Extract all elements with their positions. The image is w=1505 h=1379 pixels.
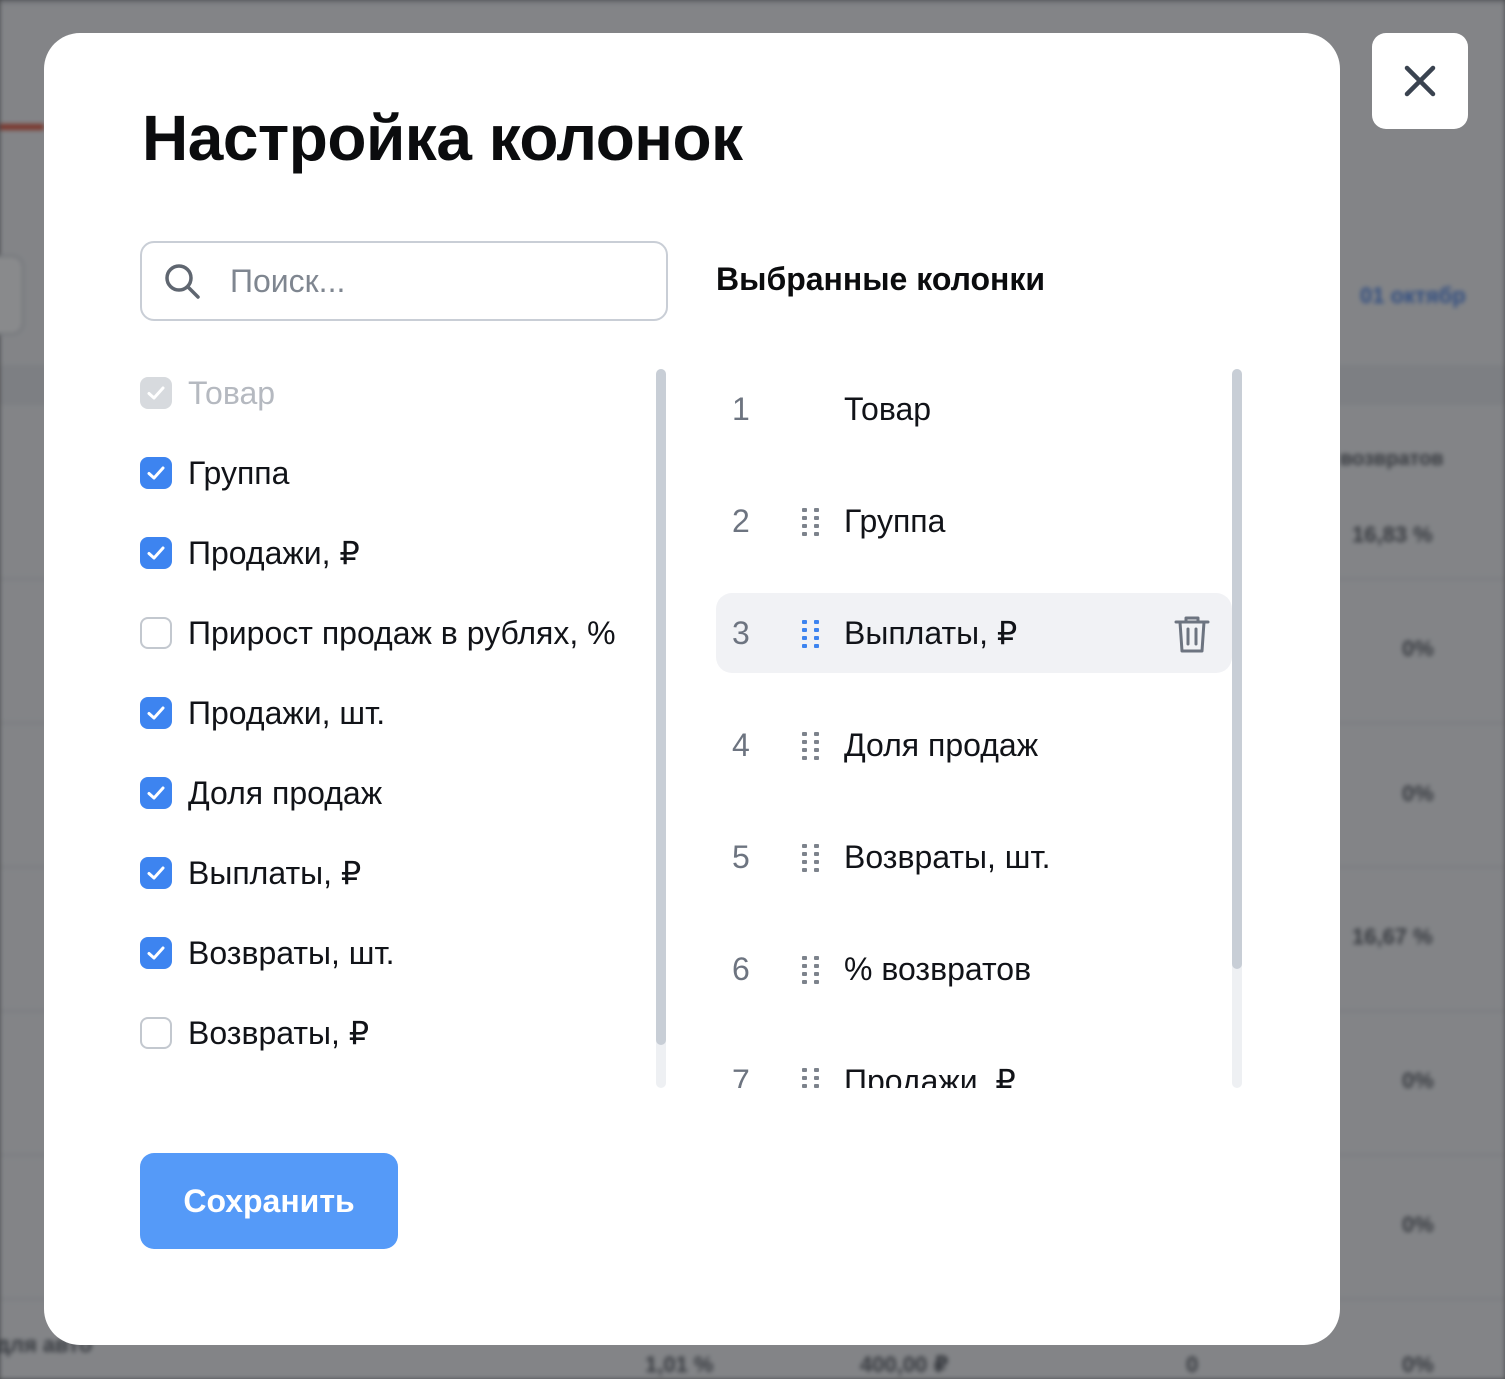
- column-option-label: Доля продаж: [188, 774, 383, 811]
- selected-column-label: % возвратов: [844, 951, 1032, 987]
- checkbox-checked[interactable]: [140, 777, 172, 809]
- drag-handle-icon[interactable]: [800, 618, 824, 648]
- selected-column-row[interactable]: 2 Группа: [716, 481, 1232, 561]
- drag-handle-icon[interactable]: [800, 1066, 824, 1088]
- check-icon: [147, 866, 165, 880]
- selected-column-row[interactable]: 6 % возвратов: [716, 929, 1232, 1009]
- checkbox-disabled: [140, 377, 172, 409]
- checkbox-checked[interactable]: [140, 857, 172, 889]
- column-option-label: Группа: [188, 454, 290, 491]
- column-option-label: Возвраты, ₽: [188, 1015, 370, 1051]
- check-icon: [147, 546, 165, 560]
- column-option-label: Продажи, ₽: [188, 535, 360, 571]
- selected-scrollbar-thumb[interactable]: [1232, 369, 1242, 969]
- checkbox-unchecked[interactable]: [140, 1017, 172, 1049]
- drag-handle-icon[interactable]: [800, 842, 824, 872]
- column-option[interactable]: Возвраты, шт.: [140, 931, 394, 975]
- row-number: 5: [732, 839, 750, 875]
- selected-column-row[interactable]: 3 Выплаты, ₽: [716, 593, 1232, 673]
- options-scrollbar-thumb[interactable]: [656, 369, 666, 1045]
- drag-handle-icon[interactable]: [800, 506, 824, 536]
- column-options-list: Товар Группа Продажи, ₽ Прирост продаж в…: [140, 353, 660, 1088]
- search-field[interactable]: [140, 241, 668, 321]
- selected-column-label: Выплаты, ₽: [844, 615, 1018, 651]
- column-settings-modal: Настройка колонок Выбранные колонки Това…: [44, 33, 1340, 1345]
- trash-icon[interactable]: [1172, 613, 1212, 655]
- save-button[interactable]: Сохранить: [140, 1153, 398, 1249]
- selected-column-row[interactable]: 7 Продажи, ₽: [716, 1041, 1232, 1088]
- column-option: Товар: [140, 371, 275, 415]
- row-number: 4: [732, 727, 750, 763]
- close-button[interactable]: [1372, 33, 1468, 129]
- row-number: 3: [732, 615, 750, 651]
- selected-column-row[interactable]: 5 Возвраты, шт.: [716, 817, 1232, 897]
- check-icon: [147, 386, 165, 400]
- column-option-label: Возвраты, шт.: [188, 934, 395, 971]
- column-option[interactable]: Возвраты, ₽: [140, 1011, 369, 1055]
- options-scrollbar[interactable]: [656, 369, 666, 1088]
- column-option-label: Выплаты, ₽: [188, 855, 362, 891]
- check-icon: [147, 786, 165, 800]
- column-option[interactable]: Продажи, ₽: [140, 531, 360, 575]
- selected-column-label: Продажи, ₽: [844, 1063, 1016, 1088]
- column-option-label: Товар: [188, 374, 276, 411]
- selected-column-label: Товар: [844, 391, 932, 427]
- column-option[interactable]: Продажи, шт.: [140, 691, 385, 735]
- drag-handle-icon[interactable]: [800, 730, 824, 760]
- checkbox-checked[interactable]: [140, 937, 172, 969]
- selected-column-label: Возвраты, шт.: [844, 839, 1051, 875]
- selected-column-row[interactable]: 4 Доля продаж: [716, 705, 1232, 785]
- row-number: 7: [732, 1063, 750, 1088]
- column-option[interactable]: Группа: [140, 451, 289, 495]
- column-option-label: Продажи, шт.: [188, 694, 386, 731]
- search-icon: [165, 264, 200, 299]
- row-number: 6: [732, 951, 750, 987]
- column-option-label: Прирост продаж в рублях, %: [188, 614, 616, 651]
- modal-title: Настройка колонок: [142, 102, 743, 174]
- selected-columns-list: 1 Товар 2 Группа 3 Выплаты, ₽ 4 Доля про…: [716, 353, 1236, 1088]
- checkbox-unchecked[interactable]: [140, 617, 172, 649]
- column-option[interactable]: Выплаты, ₽: [140, 851, 361, 895]
- check-icon: [147, 706, 165, 720]
- close-icon: [1404, 65, 1436, 97]
- column-option[interactable]: Прирост продаж в рублях, %: [140, 611, 616, 655]
- drag-handle-icon[interactable]: [800, 954, 824, 984]
- selected-column-label: Доля продаж: [844, 727, 1039, 763]
- selected-column-label: Группа: [844, 503, 946, 539]
- row-number: 2: [732, 503, 750, 539]
- selected-columns-heading: Выбранные колонки: [716, 261, 1046, 297]
- search-input[interactable]: [230, 253, 650, 309]
- check-icon: [147, 946, 165, 960]
- check-icon: [147, 466, 165, 480]
- column-option[interactable]: Доля продаж: [140, 771, 382, 815]
- selected-scrollbar[interactable]: [1232, 369, 1242, 1088]
- checkbox-checked[interactable]: [140, 537, 172, 569]
- selected-column-row: 1 Товар: [716, 369, 1232, 449]
- checkbox-checked[interactable]: [140, 697, 172, 729]
- row-number: 1: [732, 391, 750, 427]
- checkbox-checked[interactable]: [140, 457, 172, 489]
